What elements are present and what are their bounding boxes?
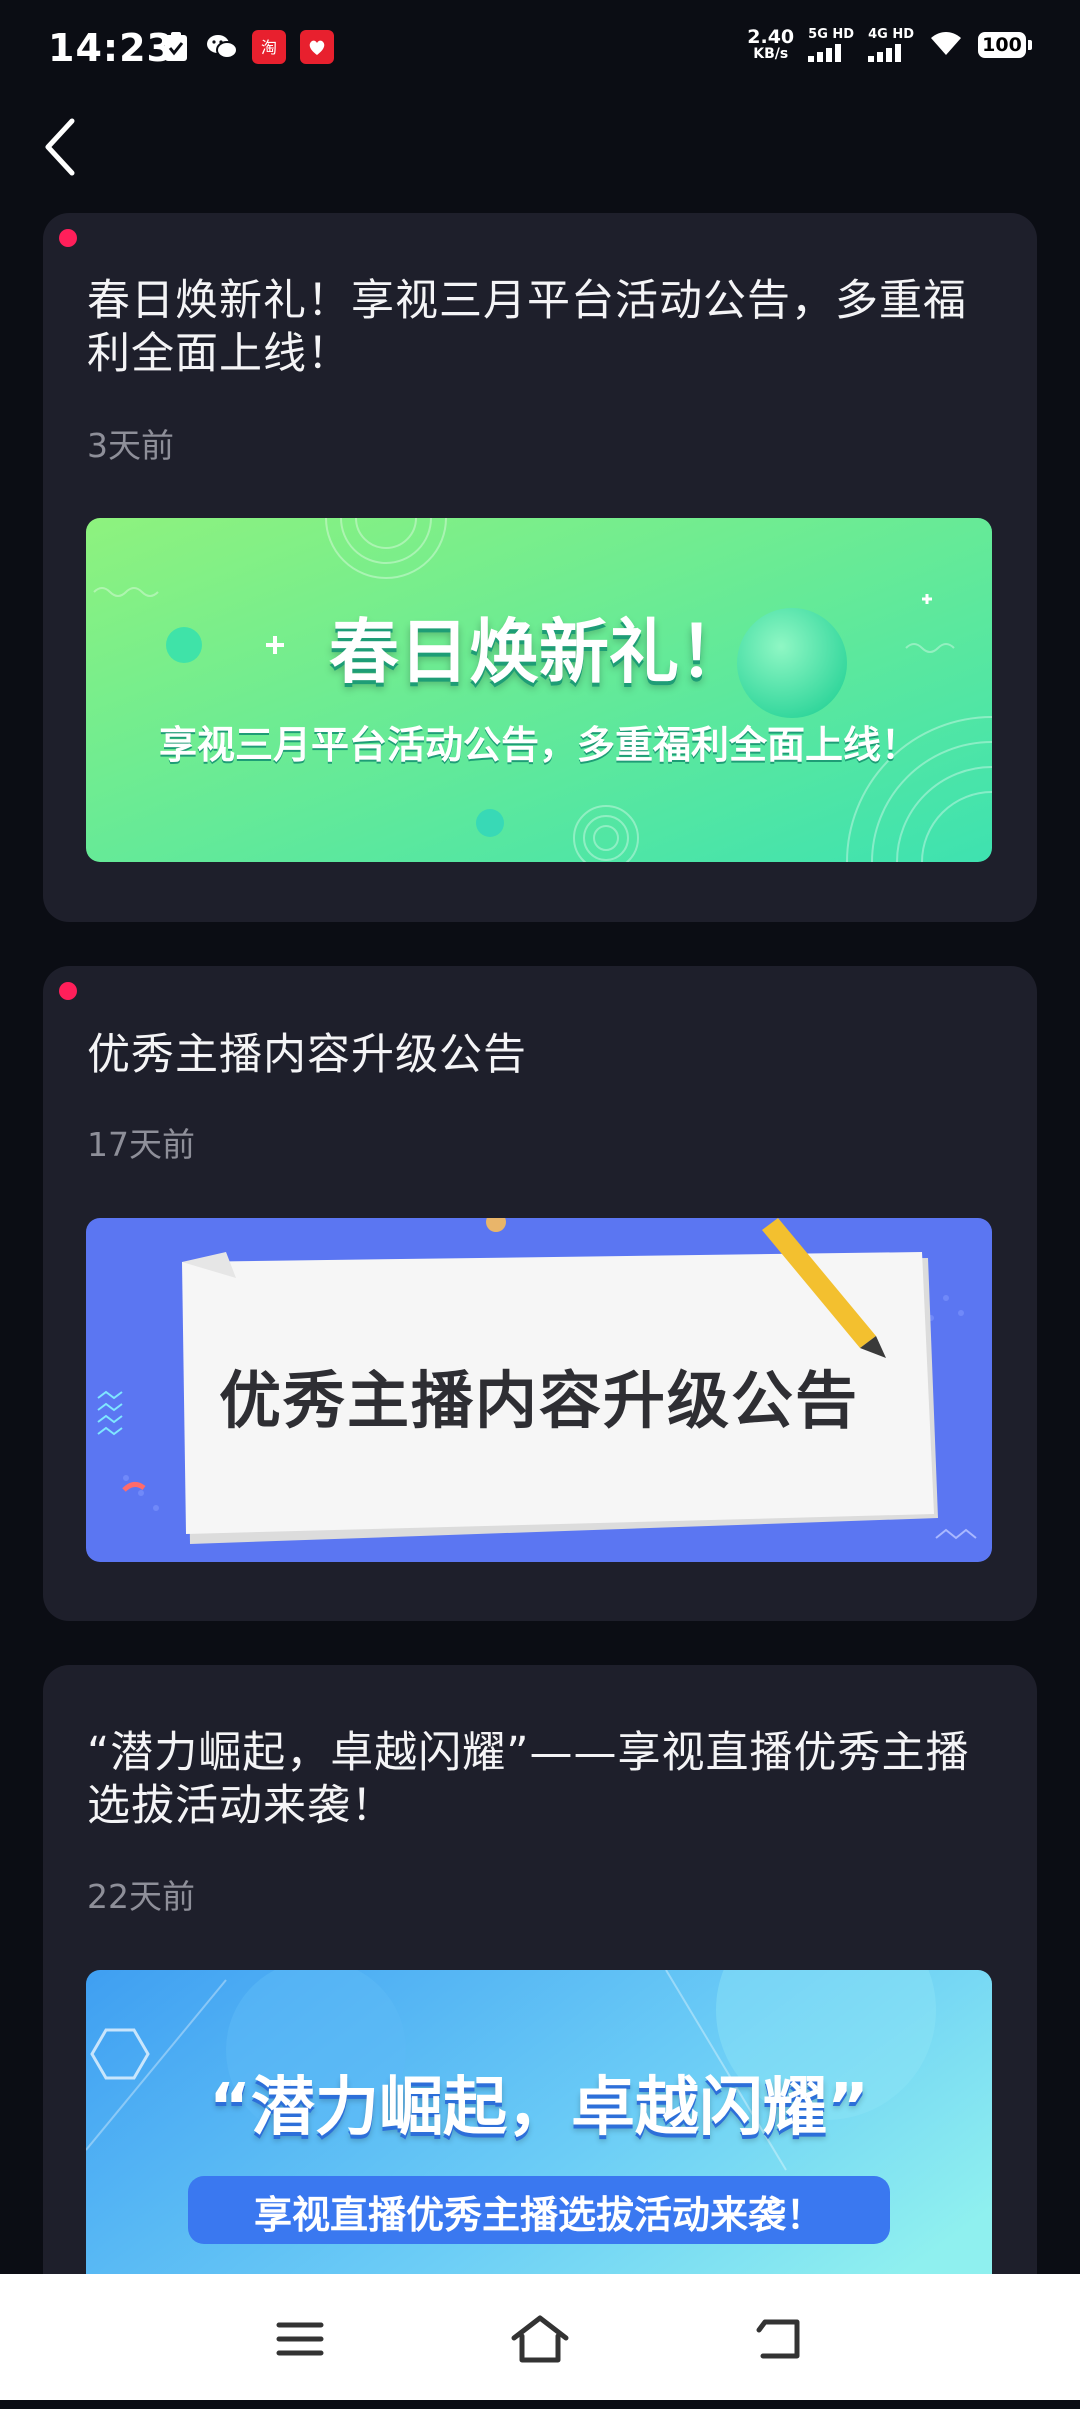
home-button[interactable] — [505, 2304, 575, 2374]
announcement-card[interactable]: 春日焕新礼！享视三月平台活动公告，多重福利全面上线！ 3天前 春日焕新礼！ 享视… — [43, 213, 1037, 922]
back-icon — [756, 2319, 800, 2359]
system-nav-bar — [0, 2274, 1080, 2400]
notification-icons: 淘 — [160, 30, 334, 64]
announcement-time: 17天前 — [87, 1125, 195, 1164]
status-time: 14:23 — [48, 26, 174, 70]
checkmark-clipboard-icon — [160, 31, 192, 63]
app-red-icon — [300, 30, 334, 64]
chevron-left-icon — [45, 118, 75, 176]
system-status-icons: 2.40 KB/s 5G HD 4G HD 100 — [747, 28, 1032, 62]
wifi-icon — [928, 29, 964, 61]
announcement-title: 优秀主播内容升级公告 — [87, 1030, 527, 1080]
battery-icon: 100 — [978, 32, 1032, 58]
banner-headline: 优秀主播内容升级公告 — [218, 1364, 859, 1437]
signal-bars-icon — [808, 42, 842, 62]
announcement-time: 3天前 — [87, 426, 174, 465]
unread-dot — [59, 229, 77, 247]
sim1-signal: 5G HD — [808, 28, 854, 62]
announcement-list: 春日焕新礼！享视三月平台活动公告，多重福利全面上线！ 3天前 春日焕新礼！ 享视… — [43, 213, 1037, 2409]
status-bar: 14:23 淘 2.40 KB/s 5G HD 4G HD 100 — [0, 0, 1080, 100]
announcement-title: 春日焕新礼！享视三月平台活动公告，多重福利全面上线！ — [87, 276, 967, 379]
unread-dot — [59, 982, 77, 1000]
network-speed: 2.40 KB/s — [747, 26, 795, 62]
banner-headline: 春日焕新礼！ — [329, 611, 749, 693]
home-icon — [511, 2315, 569, 2363]
announcement-card[interactable]: 优秀主播内容升级公告 17天前 优秀主播内容升级公告 — [43, 966, 1037, 1621]
menu-icon — [276, 2322, 324, 2356]
signal-bars-icon — [868, 42, 902, 62]
back-nav-button[interactable] — [745, 2304, 815, 2374]
taobao-icon: 淘 — [252, 30, 286, 64]
banner-headline: “潜力崛起，卓越闪耀” — [208, 2071, 870, 2145]
announcement-time: 22天前 — [87, 1877, 195, 1916]
back-button[interactable] — [30, 112, 90, 182]
announcement-title: “潜力崛起，卓越闪耀”——享视直播优秀主播选拔活动来袭！ — [87, 1728, 970, 1831]
banner-subline: 享视直播优秀主播选拔活动来袭！ — [253, 2193, 824, 2237]
wechat-icon — [206, 31, 238, 63]
announcement-banner[interactable]: 春日焕新礼！ 享视三月平台活动公告，多重福利全面上线！ — [86, 518, 992, 862]
announcement-banner[interactable]: 优秀主播内容升级公告 — [86, 1218, 992, 1562]
svg-text:淘: 淘 — [261, 38, 277, 57]
sim2-signal: 4G HD — [868, 28, 914, 62]
menu-button[interactable] — [265, 2304, 335, 2374]
banner-subline: 享视三月平台活动公告，多重福利全面上线！ — [158, 723, 919, 767]
announcement-card[interactable]: “潜力崛起，卓越闪耀”——享视直播优秀主播选拔活动来袭！ 22天前 “潜力崛起，… — [43, 1665, 1037, 2370]
